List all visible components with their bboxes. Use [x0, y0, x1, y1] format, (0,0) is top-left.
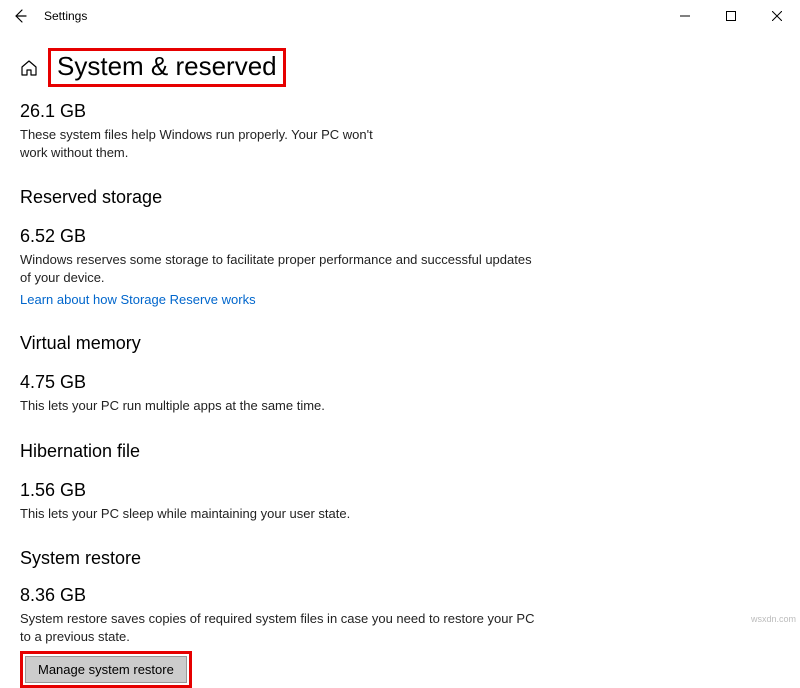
- manage-system-restore-button[interactable]: Manage system restore: [25, 656, 187, 683]
- minimize-icon: [680, 11, 690, 21]
- maximize-icon: [726, 11, 736, 21]
- storage-reserve-link[interactable]: Learn about how Storage Reserve works: [20, 292, 780, 307]
- close-button[interactable]: [754, 0, 800, 32]
- system-restore-desc: System restore saves copies of required …: [20, 610, 540, 645]
- virtual-memory-desc: This lets your PC run multiple apps at t…: [20, 397, 540, 415]
- reserved-storage-desc: Windows reserves some storage to facilit…: [20, 251, 540, 286]
- window-title: Settings: [44, 9, 87, 23]
- manage-restore-highlight: Manage system restore: [20, 651, 192, 688]
- back-button[interactable]: [8, 4, 32, 28]
- virtual-memory-heading: Virtual memory: [20, 333, 780, 354]
- hibernation-desc: This lets your PC sleep while maintainin…: [20, 505, 540, 523]
- system-files-size: 26.1 GB: [20, 101, 780, 122]
- system-files-desc: These system files help Windows run prop…: [20, 126, 380, 161]
- hibernation-size: 1.56 GB: [20, 480, 780, 501]
- reserved-storage-heading: Reserved storage: [20, 187, 780, 208]
- back-arrow-icon: [12, 8, 28, 24]
- virtual-memory-size: 4.75 GB: [20, 372, 780, 393]
- close-icon: [772, 11, 782, 21]
- reserved-storage-size: 6.52 GB: [20, 226, 780, 247]
- hibernation-heading: Hibernation file: [20, 441, 780, 462]
- watermark: wsxdn.com: [751, 614, 796, 624]
- page-title-highlight: System & reserved: [48, 48, 286, 87]
- system-restore-size: 8.36 GB: [20, 585, 780, 606]
- maximize-button[interactable]: [708, 0, 754, 32]
- page-title: System & reserved: [57, 51, 277, 82]
- home-icon[interactable]: [20, 59, 38, 77]
- minimize-button[interactable]: [662, 0, 708, 32]
- system-restore-heading: System restore: [20, 548, 780, 569]
